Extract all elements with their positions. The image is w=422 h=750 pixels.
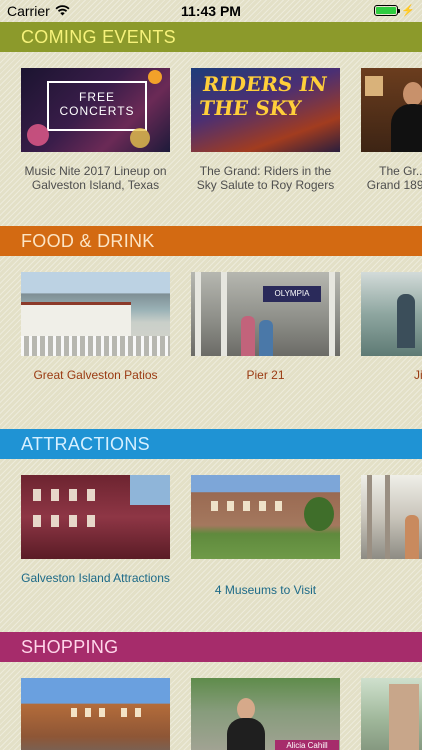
section-header-shopping[interactable]: SHOPPING — [0, 632, 422, 662]
card-caption[interactable]: The Gr... Tupperwa... Grand 189... on Ga… — [361, 164, 422, 192]
decor-shape — [385, 475, 390, 559]
shopping-card[interactable] — [21, 678, 170, 750]
carousel-attractions[interactable]: Galveston Island Attractions 4 Museums t… — [0, 459, 422, 629]
decor-shape — [99, 708, 105, 717]
decor-shape — [135, 708, 141, 717]
shopping-thumbnail[interactable]: Alicia Cahill — [191, 678, 340, 750]
status-right: ⚡ — [374, 4, 415, 17]
event-card[interactable]: The Gr... Tupperwa... Grand 189... on Ga… — [361, 68, 422, 192]
decor-shape — [367, 475, 372, 559]
decor-shape — [85, 708, 91, 717]
decor-shape — [227, 501, 234, 511]
decor-shape — [389, 684, 419, 750]
decor-shape — [365, 76, 383, 96]
status-bar: Carrier 11:43 PM ⚡ — [0, 0, 422, 22]
food-thumbnail[interactable]: OLYMPIA — [191, 272, 340, 356]
thumbnail-text: FREE CONCERTS — [59, 90, 135, 118]
battery-fill — [376, 7, 397, 14]
section-coming-events: COMING EVENTS FREE CONCERTS Music Nite 2… — [0, 22, 422, 222]
decor-shape — [195, 272, 201, 356]
shopping-thumbnail[interactable] — [361, 678, 422, 750]
decor-shape — [130, 128, 150, 148]
charging-bolt-icon: ⚡ — [401, 5, 415, 17]
thumbnail-text: OLYMPIA — [263, 286, 321, 302]
card-caption[interactable]: F — [361, 583, 422, 597]
attraction-thumbnail[interactable] — [21, 475, 170, 559]
section-attractions: ATTRACTIONS Galveston Island Attractions — [0, 429, 422, 629]
shopping-thumbnail[interactable] — [21, 678, 170, 750]
attraction-card[interactable]: Galveston Island Attractions — [21, 475, 170, 585]
section-header-coming-events[interactable]: COMING EVENTS — [0, 22, 422, 52]
food-card[interactable]: Jimmy's — [361, 272, 422, 382]
shopping-card[interactable] — [361, 678, 422, 750]
person-head — [237, 698, 255, 720]
decor-shape — [275, 501, 282, 511]
event-thumbnail[interactable]: FREE CONCERTS — [21, 68, 170, 152]
decor-shape — [21, 336, 170, 356]
attraction-thumbnail[interactable] — [361, 475, 422, 559]
card-caption[interactable]: Pier 21 — [191, 368, 340, 382]
card-caption[interactable]: Galveston Island Attractions — [21, 571, 170, 585]
section-shopping: SHOPPING Alicia Cahill — [0, 632, 422, 750]
person-figure — [259, 320, 273, 356]
event-thumbnail[interactable] — [361, 68, 422, 152]
decor-shape — [243, 501, 250, 511]
person-body — [391, 104, 422, 152]
attraction-thumbnail[interactable] — [191, 475, 340, 559]
decor-shape — [21, 302, 131, 339]
person-figure — [405, 515, 419, 559]
decor-shape — [87, 489, 95, 501]
decor-shape — [69, 489, 77, 501]
decor-shape — [304, 497, 334, 531]
decor-shape — [121, 708, 127, 717]
decor-shape — [148, 70, 162, 84]
food-thumbnail[interactable] — [21, 272, 170, 356]
section-header-attractions[interactable]: ATTRACTIONS — [0, 429, 422, 459]
decor-shape — [69, 515, 77, 527]
card-caption[interactable]: Jimmy's — [361, 368, 422, 382]
person-figure — [397, 294, 415, 348]
decor-shape — [51, 489, 59, 501]
decor-shape — [51, 515, 59, 527]
person-body — [227, 718, 265, 750]
battery-icon — [374, 5, 401, 16]
person-head — [403, 82, 422, 106]
decor-shape — [33, 489, 41, 501]
card-caption[interactable]: Music Nite 2017 Lineup on Galveston Isla… — [21, 164, 170, 192]
decor-shape — [27, 124, 49, 146]
event-thumbnail[interactable]: RIDERS IN THE SKY — [191, 68, 340, 152]
decor-shape — [221, 272, 227, 356]
decor-shape — [71, 708, 77, 717]
carousel-shopping[interactable]: Alicia Cahill — [0, 662, 422, 750]
attraction-card[interactable]: F — [361, 475, 422, 597]
food-card[interactable]: Great Galveston Patios — [21, 272, 170, 382]
shopping-card[interactable]: Alicia Cahill — [191, 678, 340, 750]
section-food-drink: FOOD & DRINK Great Galveston Patios OLYM… — [0, 226, 422, 426]
decor-shape — [329, 272, 335, 356]
carousel-coming-events[interactable]: FREE CONCERTS Music Nite 2017 Lineup on … — [0, 52, 422, 222]
section-header-food-drink[interactable]: FOOD & DRINK — [0, 226, 422, 256]
card-caption[interactable]: The Grand: Riders in the Sky Salute to R… — [191, 164, 340, 192]
carousel-food-drink[interactable]: Great Galveston Patios OLYMPIA Pier 21 J… — [0, 256, 422, 426]
decor-shape — [211, 501, 218, 511]
card-caption[interactable]: 4 Museums to Visit — [191, 583, 340, 597]
thumbnail-name-tag: Alicia Cahill — [275, 740, 339, 750]
card-caption[interactable]: Great Galveston Patios — [21, 368, 170, 382]
decor-shape — [130, 475, 170, 505]
event-card[interactable]: FREE CONCERTS Music Nite 2017 Lineup on … — [21, 68, 170, 192]
food-thumbnail[interactable] — [361, 272, 422, 356]
event-card[interactable]: RIDERS IN THE SKY The Grand: Riders in t… — [191, 68, 340, 192]
food-card[interactable]: OLYMPIA Pier 21 — [191, 272, 340, 382]
person-figure — [241, 316, 255, 356]
thumbnail-text: RIDERS IN THE SKY — [197, 72, 329, 120]
decor-shape — [259, 501, 266, 511]
status-time: 11:43 PM — [181, 3, 241, 19]
decor-shape — [33, 515, 41, 527]
decor-shape — [87, 515, 95, 527]
attraction-card[interactable]: 4 Museums to Visit — [191, 475, 340, 597]
